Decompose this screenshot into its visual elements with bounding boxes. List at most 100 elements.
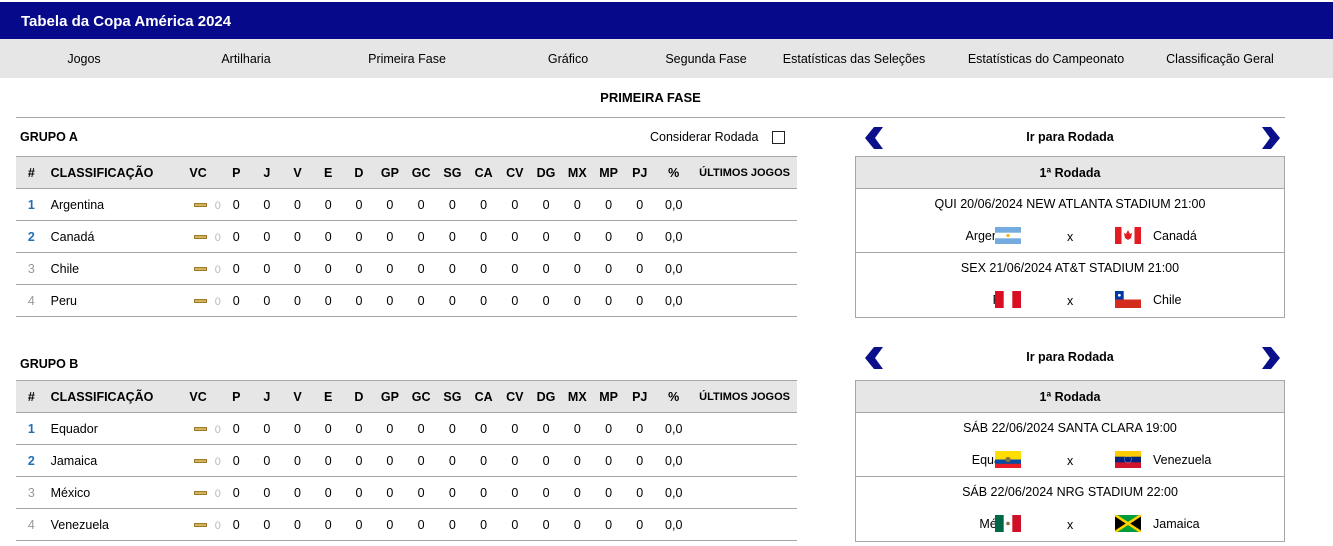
stat-pj: 0 (624, 252, 656, 285)
stat-pj: 0 (624, 476, 656, 509)
column-header-cv[interactable]: CV (499, 156, 531, 189)
position-change-cell: 0 (175, 284, 221, 317)
away-team: Venezuela (1153, 453, 1212, 467)
stat-dg: 0 (530, 476, 562, 509)
column-header-ca[interactable]: CA (468, 156, 500, 189)
column-header-gp[interactable]: GP (374, 156, 406, 189)
nav-grafico[interactable]: Gráfico (548, 39, 588, 78)
stat-mp: 0 (592, 188, 625, 221)
column-header-team[interactable]: CLASSIFICAÇÃO (46, 156, 176, 189)
column-header-v[interactable]: V (282, 380, 313, 413)
column-header-gp[interactable]: GP (374, 380, 406, 413)
table-row[interactable]: 2 Jamaica 0 0 0 0 0 0 0 0 0 0 0 0 0 0 0 0,0 (16, 444, 797, 477)
column-header-dg[interactable]: DG (530, 380, 562, 413)
nav-estatisticas-selecoes[interactable]: Estatísticas das Seleções (783, 39, 925, 78)
stat-j: 0 (251, 220, 283, 253)
consider-round-toggle[interactable]: Considerar Rodada (650, 130, 786, 144)
mexico-flag-icon (995, 515, 1021, 532)
column-header-p[interactable]: P (220, 380, 252, 413)
column-header-d[interactable]: D (343, 156, 375, 189)
stat-p: 0 (220, 444, 252, 477)
table-row[interactable]: 1 Equador 0 0 0 0 0 0 0 0 0 0 0 0 0 0 0 0,0 (16, 412, 797, 445)
nav-estatisticas-campeonato[interactable]: Estatísticas do Campeonato (968, 39, 1124, 78)
stat-gc: 0 (405, 412, 437, 445)
column-header-pos[interactable]: # (16, 380, 47, 413)
column-header-last[interactable]: ÚLTIMOS JOGOS (692, 156, 797, 189)
column-header-ca[interactable]: CA (468, 380, 500, 413)
column-header-p[interactable]: P (220, 156, 252, 189)
match-info: SÁB 22/06/2024 SANTA CLARA 19:00 (963, 421, 1177, 435)
table-row[interactable]: 2 Canadá 0 0 0 0 0 0 0 0 0 0 0 0 0 0 0 0,0 (16, 220, 797, 253)
column-header-vc[interactable]: VC (175, 156, 221, 189)
nav-jogos[interactable]: Jogos (67, 39, 100, 78)
stat-v: 0 (282, 220, 313, 253)
column-header-gc[interactable]: GC (405, 380, 437, 413)
column-header-mx[interactable]: MX (561, 156, 593, 189)
position-change-value: 0 (214, 199, 221, 212)
stat-mp: 0 (592, 476, 625, 509)
table-row[interactable]: 3 México 0 0 0 0 0 0 0 0 0 0 0 0 0 0 0 0,0 (16, 476, 797, 509)
column-header-j[interactable]: J (251, 156, 283, 189)
stat-v: 0 (282, 252, 313, 285)
column-header-sg[interactable]: SG (436, 380, 468, 413)
team-name: Venezuela (46, 508, 176, 541)
column-header-pct[interactable]: % (655, 380, 693, 413)
match-info: QUI 20/06/2024 NEW ATLANTA STADIUM 21:00 (934, 197, 1206, 211)
column-header-team[interactable]: CLASSIFICAÇÃO (46, 380, 176, 413)
column-header-d[interactable]: D (343, 380, 375, 413)
match-item[interactable]: SÁB 22/06/2024 SANTA CLARA 19:00 Equador… (856, 413, 1284, 477)
column-header-mp[interactable]: MP (592, 156, 625, 189)
column-header-dg[interactable]: DG (530, 156, 562, 189)
column-header-e[interactable]: E (312, 380, 344, 413)
group-a-standings-table: # CLASSIFICAÇÃO VC P J V E D GP GC SG CA CV DG MX MP PJ%… (16, 156, 797, 317)
column-header-pj[interactable]: PJ (624, 380, 656, 413)
column-header-vc[interactable]: VC (175, 380, 221, 413)
stat-gp: 0 (374, 476, 406, 509)
stat-mp: 0 (592, 444, 625, 477)
match-item[interactable]: SÁB 22/06/2024 NRG STADIUM 22:00 México … (856, 477, 1284, 541)
versus-label: x (1067, 294, 1074, 308)
stat-dg: 0 (530, 252, 562, 285)
column-header-v[interactable]: V (282, 156, 313, 189)
column-header-j[interactable]: J (251, 380, 283, 413)
stat-d: 0 (343, 412, 375, 445)
column-header-pos[interactable]: # (16, 156, 47, 189)
next-round-arrow-icon[interactable] (1258, 126, 1282, 150)
table-row[interactable]: 4 Peru 0 0 0 0 0 0 0 0 0 0 0 0 0 0 0 0,0 (16, 284, 797, 317)
stat-v: 0 (282, 284, 313, 317)
nav-artilharia[interactable]: Artilharia (221, 39, 270, 78)
table-row[interactable]: 4 Venezuela 0 0 0 0 0 0 0 0 0 0 0 0 0 0 0 0,0 (16, 508, 797, 541)
next-round-arrow-icon[interactable] (1258, 346, 1282, 370)
table-header-row: # CLASSIFICAÇÃO VC P J V E D GP GC SG CA CV DG MX MP PJ%… (16, 156, 797, 189)
match-item[interactable]: SEX 21/06/2024 AT&T STADIUM 21:00 Peru x… (856, 253, 1284, 317)
position-change-value: 0 (214, 263, 221, 276)
column-header-pj[interactable]: PJ (624, 156, 656, 189)
group-a-round-box: 1ª Rodada QUI 20/06/2024 NEW ATLANTA STA… (855, 156, 1285, 318)
stat-ca: 0 (468, 220, 500, 253)
stat-mx: 0 (561, 188, 593, 221)
nav-primeira-fase[interactable]: Primeira Fase (368, 39, 446, 78)
table-row[interactable]: 3 Chile 0 0 0 0 0 0 0 0 0 0 0 0 0 0 0 0,0 (16, 252, 797, 285)
group-a-title: GRUPO A (20, 130, 78, 144)
column-header-cv[interactable]: CV (499, 380, 531, 413)
section-title: PRIMEIRA FASE (16, 88, 1285, 118)
column-header-sg[interactable]: SG (436, 156, 468, 189)
nav-classificacao-geral[interactable]: Classificação Geral (1166, 39, 1274, 78)
column-header-e[interactable]: E (312, 156, 344, 189)
team-name: Jamaica (46, 444, 176, 477)
consider-round-checkbox[interactable] (772, 130, 786, 144)
stat-sg: 0 (436, 188, 468, 221)
column-header-gc[interactable]: GC (405, 156, 437, 189)
column-header-mp[interactable]: MP (592, 380, 625, 413)
stat-percent: 0,0 (655, 252, 693, 285)
stat-v: 0 (282, 476, 313, 509)
match-item[interactable]: QUI 20/06/2024 NEW ATLANTA STADIUM 21:00… (856, 189, 1284, 253)
table-row[interactable]: 1 Argentina 0 0 0 0 0 0 0 0 0 0 0 0 0 0 0 0,0 (16, 188, 797, 221)
stat-e: 0 (312, 444, 344, 477)
column-header-mx[interactable]: MX (561, 380, 593, 413)
nav-segunda-fase[interactable]: Segunda Fase (665, 39, 746, 78)
stat-j: 0 (251, 444, 283, 477)
main-nav: Jogos Artilharia Primeira Fase Gráfico S… (0, 39, 1333, 78)
column-header-pct[interactable]: % (655, 156, 693, 189)
column-header-last[interactable]: ÚLTIMOS JOGOS (692, 380, 797, 413)
